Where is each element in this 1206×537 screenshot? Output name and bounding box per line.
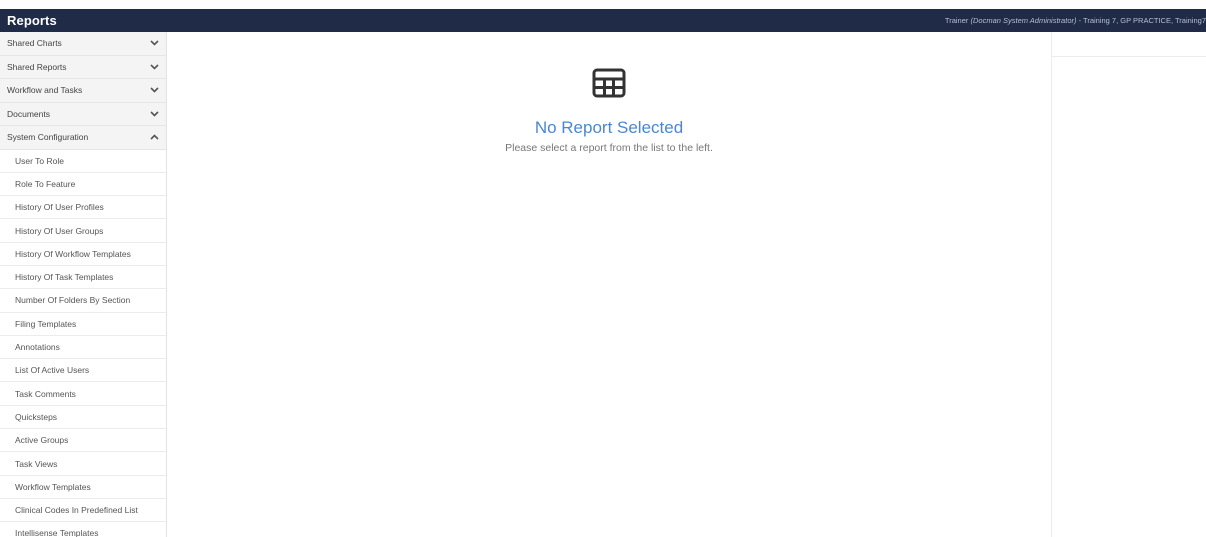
report-item-history-of-workflow-templates[interactable]: History Of Workflow Templates xyxy=(0,242,166,266)
user-name: Trainer xyxy=(944,16,969,25)
section-shared-reports[interactable]: Shared Reports xyxy=(0,55,166,79)
app-root: Reports Trainer (Docman System Administr… xyxy=(0,0,1206,537)
report-content-area: No Report Selected Please select a repor… xyxy=(167,32,1051,537)
section-label: Workflow and Tasks xyxy=(7,85,83,96)
report-item-task-comments[interactable]: Task Comments xyxy=(0,382,166,406)
top-header-bar: Reports Trainer (Docman System Administr… xyxy=(0,9,1206,32)
report-item-clinical-codes-in-predefined-list[interactable]: Clinical Codes In Predefined List xyxy=(0,498,166,523)
report-item-workflow-templates[interactable]: Workflow Templates xyxy=(0,475,166,499)
section-label: Shared Reports xyxy=(7,61,67,72)
report-item-role-to-feature[interactable]: Role To Feature xyxy=(0,172,166,197)
chevron-down-icon xyxy=(149,85,159,95)
report-item-intellisense-templates[interactable]: Intellisense Templates xyxy=(0,522,166,537)
report-item-number-of-folders-by-section[interactable]: Number Of Folders By Section xyxy=(0,289,166,313)
chevron-down-icon xyxy=(149,62,159,72)
empty-state: No Report Selected Please select a repor… xyxy=(167,68,1051,154)
report-item-quicksteps[interactable]: Quicksteps xyxy=(0,405,166,430)
app-title: Reports xyxy=(7,13,57,28)
user-context: - Training 7, GP PRACTICE, Training7 xyxy=(1078,16,1206,25)
chevron-down-icon xyxy=(149,38,159,48)
report-item-history-of-user-profiles[interactable]: History Of User Profiles xyxy=(0,196,166,220)
report-item-active-groups[interactable]: Active Groups xyxy=(0,429,166,453)
table-grid-icon xyxy=(592,68,626,98)
report-sidebar: Shared Charts Shared Reports Workflow an… xyxy=(0,32,167,537)
report-item-list-of-active-users[interactable]: List Of Active Users xyxy=(0,359,166,383)
section-label: Shared Charts xyxy=(7,38,62,49)
section-label: System Configuration xyxy=(7,132,89,143)
report-item-annotations[interactable]: Annotations xyxy=(0,335,166,360)
chevron-up-icon xyxy=(149,132,159,142)
right-panel xyxy=(1051,32,1206,537)
section-workflow-and-tasks[interactable]: Workflow and Tasks xyxy=(0,79,166,103)
report-item-filing-templates[interactable]: Filing Templates xyxy=(0,312,166,336)
report-item-history-of-task-templates[interactable]: History Of Task Templates xyxy=(0,265,166,290)
section-documents[interactable]: Documents xyxy=(0,102,166,126)
section-shared-charts[interactable]: Shared Charts xyxy=(0,32,166,56)
report-item-user-to-role[interactable]: User To Role xyxy=(0,149,166,173)
section-label: Documents xyxy=(7,108,50,119)
empty-state-subtext: Please select a report from the list to … xyxy=(505,142,713,154)
empty-state-headline: No Report Selected xyxy=(534,118,684,137)
user-info[interactable]: Trainer (Docman System Administrator) - … xyxy=(945,16,1206,25)
chevron-down-icon xyxy=(149,109,159,119)
report-item-history-of-user-groups[interactable]: History Of User Groups xyxy=(0,219,166,243)
right-panel-header xyxy=(1052,32,1206,57)
user-role: (Docman System Administrator) xyxy=(970,16,1077,25)
section-system-configuration[interactable]: System Configuration xyxy=(0,126,166,150)
report-item-task-views[interactable]: Task Views xyxy=(0,452,166,476)
